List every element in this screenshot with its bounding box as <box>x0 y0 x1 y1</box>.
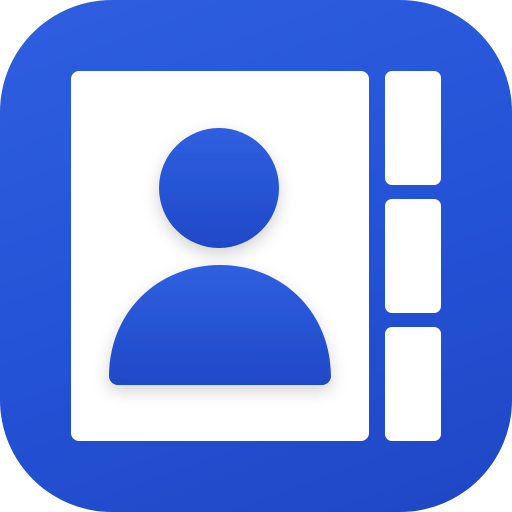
index-tab-3 <box>385 327 441 441</box>
person-head <box>159 128 279 248</box>
contacts-app-icon[interactable] <box>0 0 512 512</box>
person-icon <box>109 128 331 385</box>
person-body <box>109 265 331 385</box>
index-tab-1 <box>385 71 441 185</box>
address-book-page <box>71 71 369 441</box>
index-tab-2 <box>385 199 441 313</box>
